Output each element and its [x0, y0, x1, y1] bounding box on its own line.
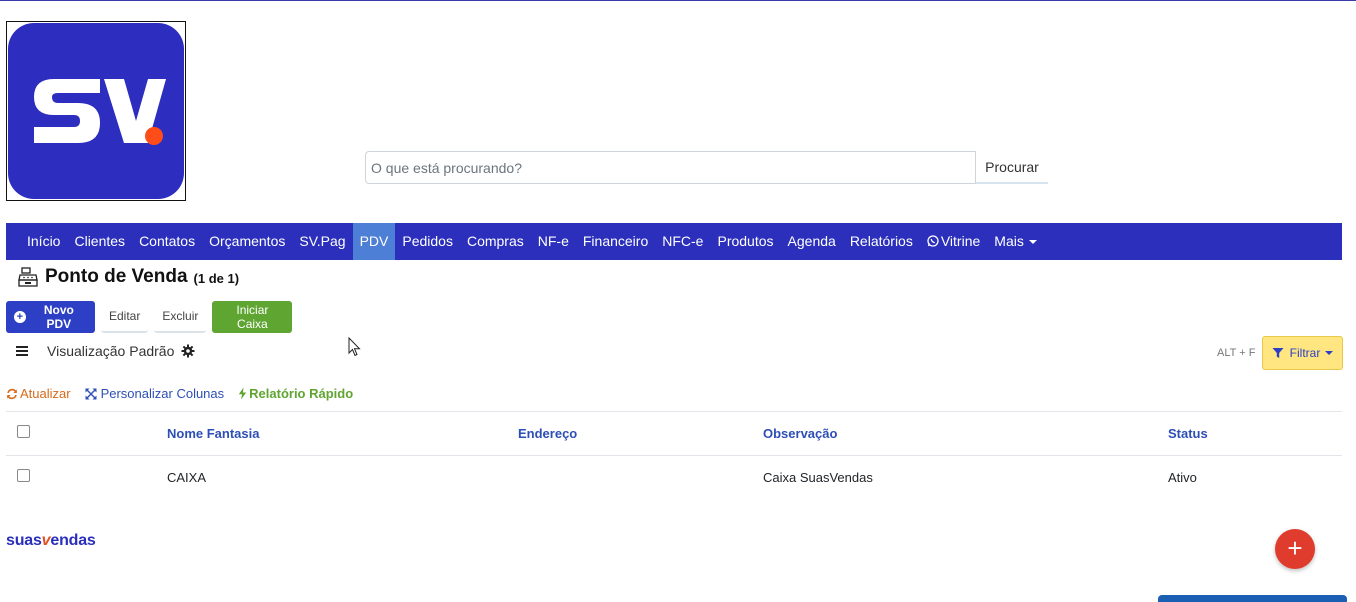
select-all-cell	[6, 424, 167, 438]
refresh-button[interactable]: Atualizar	[6, 386, 71, 401]
top-border	[0, 0, 1356, 1]
action-toolbar: + Novo PDV Editar Excluir Iniciar Caixa	[6, 301, 293, 333]
nav-item-produtos[interactable]: Produtos	[710, 223, 780, 260]
caret-down-icon	[1028, 240, 1037, 245]
nav-item-nfce[interactable]: NFC-e	[655, 223, 710, 260]
nav-item-contatos[interactable]: Contatos	[132, 223, 202, 260]
filter-button[interactable]: Filtrar	[1262, 336, 1343, 370]
filter-label: Filtrar	[1289, 346, 1321, 360]
nav-item-inicio[interactable]: Início	[20, 223, 67, 260]
plus-circle-icon: +	[14, 311, 26, 323]
cell-observacao: Caixa SuasVendas	[763, 470, 873, 485]
nav-item-financeiro[interactable]: Financeiro	[576, 223, 655, 260]
nav-item-label: Vitrine	[940, 233, 981, 249]
page-title: Ponto de Venda (1 de 1)	[17, 266, 239, 288]
nav-item-pedidos[interactable]: Pedidos	[395, 223, 460, 260]
menu-icon[interactable]	[16, 346, 28, 356]
row-checkbox[interactable]	[17, 468, 30, 482]
select-all-checkbox[interactable]	[17, 424, 30, 438]
view-selector: Visualização Padrão	[16, 343, 195, 359]
search-button[interactable]: Procurar	[976, 151, 1048, 184]
cell-nome-fantasia: CAIXA	[167, 470, 207, 485]
nav-item-orcamentos[interactable]: Orçamentos	[202, 223, 292, 260]
bottom-chat-bar[interactable]	[1158, 595, 1347, 602]
delete-button[interactable]: Excluir	[154, 301, 207, 333]
column-header-endereco[interactable]: Endereço	[518, 426, 763, 441]
nav-item-relatorios[interactable]: Relatórios	[843, 223, 920, 260]
cash-register-icon	[18, 267, 38, 287]
page-title-text: Ponto de Venda	[45, 266, 188, 287]
brand-part: endas	[50, 532, 96, 549]
column-header-nome-fantasia[interactable]: Nome Fantasia	[167, 426, 518, 441]
search-bar: Procurar	[365, 151, 1048, 184]
new-pdv-button[interactable]: + Novo PDV	[6, 301, 95, 333]
nav-item-vitrine[interactable]: Vitrine	[920, 223, 987, 260]
page-count: (1 de 1)	[193, 271, 240, 286]
sv-logo-icon	[8, 23, 184, 199]
nav-item-clientes[interactable]: Clientes	[67, 223, 132, 260]
quick-actions: Atualizar Personalizar Colunas Relatório…	[6, 386, 353, 401]
floating-add-button[interactable]: +	[1275, 529, 1315, 569]
quick-report-button[interactable]: Relatório Rápido	[238, 386, 353, 401]
nav-item-pdv[interactable]: PDV	[352, 223, 396, 260]
nav-item-label: Mais	[994, 233, 1024, 249]
nav-item-agenda[interactable]: Agenda	[781, 223, 843, 260]
pdv-table: Nome Fantasia Endereço Observação Status…	[6, 411, 1342, 499]
refresh-icon	[7, 388, 17, 399]
nav-item-nfe[interactable]: NF-e	[531, 223, 576, 260]
quick-report-label: Relatório Rápido	[249, 386, 354, 401]
filter-shortcut-hint: ALT + F	[1217, 347, 1256, 359]
new-pdv-label: Novo PDV	[43, 303, 74, 331]
search-input[interactable]	[365, 151, 976, 184]
suasvendas-brand-logo: suasvendas	[6, 532, 96, 550]
main-navbar: Início Clientes Contatos Orçamentos SV.P…	[6, 223, 1342, 260]
brand-part: suas	[6, 532, 42, 549]
refresh-label: Atualizar	[20, 386, 71, 401]
start-cashier-button[interactable]: Iniciar Caixa	[212, 301, 293, 333]
nav-item-mais[interactable]: Mais	[987, 223, 1044, 260]
table-row[interactable]: CAIXA Caixa SuasVendas Ativo	[6, 455, 1342, 499]
view-label[interactable]: Visualização Padrão	[47, 343, 174, 359]
filter-icon	[1272, 348, 1284, 358]
customize-columns-button[interactable]: Personalizar Colunas	[85, 386, 225, 401]
nav-item-compras[interactable]: Compras	[460, 223, 531, 260]
gear-icon[interactable]	[181, 344, 195, 358]
caret-down-icon	[1325, 351, 1334, 355]
mouse-cursor-icon	[348, 337, 361, 357]
column-header-status[interactable]: Status	[1168, 426, 1318, 441]
company-logo[interactable]	[6, 21, 186, 201]
edit-button[interactable]: Editar	[101, 301, 149, 333]
expand-arrows-icon	[85, 388, 97, 399]
cell-status: Ativo	[1168, 470, 1197, 485]
whatsapp-icon	[927, 235, 939, 247]
row-select-cell	[6, 468, 167, 482]
column-header-observacao[interactable]: Observação	[763, 426, 1168, 441]
nav-item-svpag[interactable]: SV.Pag	[292, 223, 352, 260]
customize-columns-label: Personalizar Colunas	[100, 386, 225, 401]
table-header-row: Nome Fantasia Endereço Observação Status	[6, 411, 1342, 455]
bolt-icon	[238, 387, 247, 400]
